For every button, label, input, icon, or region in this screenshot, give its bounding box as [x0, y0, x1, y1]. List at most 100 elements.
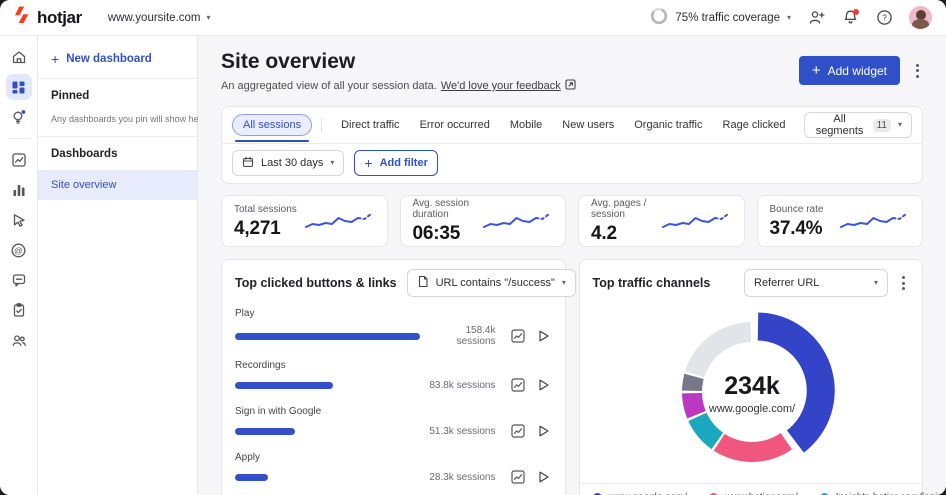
bar-fill	[235, 381, 333, 389]
notifications-bell-icon[interactable]	[841, 8, 859, 27]
donut-segment-other-light[interactable]	[684, 322, 751, 378]
view-trend-icon[interactable]	[510, 423, 526, 439]
all-segments-dropdown[interactable]: All segments 11 ▾	[803, 112, 912, 138]
segment-tab-new-users[interactable]: New users	[552, 115, 624, 135]
stat-card-total-sessions[interactable]: Total sessions 4,271	[221, 195, 388, 247]
traffic-channels-header: Top traffic channels Referrer URL ▾	[580, 260, 923, 306]
play-recordings-icon[interactable]	[536, 328, 552, 344]
stats-row: Total sessions 4,271 Avg. session duration…	[221, 195, 923, 247]
clicked-item-row-recordings: Recordings 83.8k sessions	[235, 360, 552, 393]
play-recordings-icon[interactable]	[536, 423, 552, 439]
url-filter-dropdown[interactable]: URL contains "/success" ▾	[406, 269, 576, 297]
page-subtitle: An aggregated view of all your session d…	[221, 79, 576, 93]
view-trend-icon[interactable]	[510, 377, 526, 393]
sessions-count: 28.3k sessions	[429, 471, 496, 483]
main-content: Site overview An aggregated view of all …	[198, 36, 946, 495]
donut-segment-www-hotjar-com[interactable]	[713, 433, 792, 462]
clicked-item-label: Recordings	[235, 360, 286, 371]
segment-tab-all-sessions[interactable]: All sessions	[232, 114, 313, 142]
home-icon[interactable]	[6, 44, 32, 70]
clicked-item-row-play: Play 158.4k sessions	[235, 308, 552, 347]
help-icon[interactable]: ?	[875, 9, 893, 27]
add-widget-button[interactable]: + Add widget	[798, 56, 900, 85]
donut-segment-insights-hotjar-com-login[interactable]	[687, 412, 723, 450]
stat-label: Total sessions	[234, 203, 297, 215]
view-trend-icon[interactable]	[510, 469, 526, 485]
sidebar-item-site-overview[interactable]: Site overview	[38, 170, 197, 200]
pinned-hint: Any dashboards you pin will show here	[51, 114, 207, 124]
hotjar-flame-icon	[12, 5, 31, 30]
topbar-actions: 75% traffic coverage ▾ ?	[650, 6, 932, 29]
new-dashboard-button[interactable]: + New dashboard	[38, 42, 197, 78]
trends-icon[interactable]	[6, 147, 32, 173]
sparkline-chart	[838, 205, 910, 238]
plus-icon: +	[51, 51, 60, 67]
segment-tab-direct-traffic[interactable]: Direct traffic	[331, 115, 409, 135]
invite-user-icon[interactable]	[807, 9, 825, 27]
play-recordings-icon[interactable]	[536, 469, 552, 485]
add-filter-button[interactable]: + Add filter	[354, 150, 438, 176]
stat-card-avg-session-duration[interactable]: Avg. session duration 06:35	[399, 195, 566, 247]
dashboards-icon[interactable]	[5, 74, 32, 100]
segment-tab-mobile[interactable]: Mobile	[500, 115, 552, 135]
site-selector[interactable]: www.yoursite.com ▾	[108, 12, 211, 24]
bar-track	[235, 473, 425, 481]
play-recordings-icon[interactable]	[536, 377, 552, 393]
sparkline-chart	[660, 205, 732, 238]
top-clicked-title: Top clicked buttons & links	[235, 276, 397, 290]
chart-legend: www.google.com/www.hotjar.com/Insights.h…	[579, 483, 943, 495]
page-title: Site overview	[221, 50, 356, 73]
traffic-channels-widget: Top traffic channels Referrer URL ▾ 234k…	[578, 259, 943, 495]
pinned-section: Pinned Any dashboards you pin will show …	[38, 78, 207, 136]
svg-text:@: @	[14, 245, 23, 255]
segments-count-badge: 11	[872, 118, 891, 132]
add-widget-label: Add widget	[827, 63, 887, 78]
bar-fill	[235, 473, 268, 481]
traffic-channels-title: Top traffic channels	[592, 276, 711, 290]
sessions-count: 158.4k sessions	[456, 325, 496, 347]
segment-tab-organic-traffic[interactable]: Organic traffic	[624, 115, 712, 135]
feedback-icon[interactable]	[6, 267, 32, 293]
insights-lightbulb-icon[interactable]	[6, 104, 32, 130]
referrer-url-label: Referrer URL	[754, 277, 820, 289]
clicked-item-label: Sign in with Google	[235, 406, 322, 417]
tab-divider	[321, 117, 323, 133]
donut-center-label: www.google.com/	[707, 403, 795, 415]
dashboards-sidebar: + New dashboard Pinned Any dashboards yo…	[38, 36, 207, 495]
stat-card-bounce-rate[interactable]: Bounce rate 37.4%	[756, 195, 923, 247]
traffic-channels-menu-button[interactable]	[898, 272, 909, 294]
heatmaps-cursor-icon[interactable]	[6, 207, 32, 233]
stat-card-avg-pages-session[interactable]: Avg. pages / session 4.2	[578, 195, 745, 247]
segment-tab-error-occurred[interactable]: Error occurred	[410, 115, 500, 135]
stat-value: 06:35	[412, 223, 461, 244]
referrer-url-dropdown[interactable]: Referrer URL ▾	[744, 269, 888, 297]
view-trend-icon[interactable]	[510, 328, 526, 344]
subtitle-text: An aggregated view of all your session d…	[221, 80, 437, 92]
interviews-icon[interactable]	[6, 327, 32, 353]
traffic-coverage[interactable]: 75% traffic coverage ▾	[650, 7, 791, 28]
chevron-down-icon: ▾	[897, 120, 902, 129]
user-avatar[interactable]	[909, 6, 932, 29]
clicked-item-label: Apply	[235, 452, 261, 463]
date-range-dropdown[interactable]: Last 30 days ▾	[232, 150, 345, 176]
segment-tab-rage-clicked[interactable]: Rage clicked	[713, 115, 796, 135]
notification-dot	[853, 8, 859, 15]
stat-value: 4.2	[591, 223, 617, 244]
chevron-down-icon: ▾	[873, 278, 878, 287]
hotjar-logo[interactable]: hotjar	[12, 5, 82, 30]
filters-row: Last 30 days ▾ + Add filter	[222, 144, 922, 183]
topbar: hotjar www.yoursite.com ▾ 75% traffic co…	[0, 0, 946, 36]
stat-value: 37.4%	[769, 217, 823, 239]
filters-panel: All sessions Direct traffic Error occurred…	[221, 106, 923, 184]
funnels-icon[interactable]	[6, 177, 32, 203]
coverage-ring-icon	[650, 7, 668, 28]
page-menu-button[interactable]	[912, 60, 923, 82]
recordings-icon[interactable]: @	[6, 237, 32, 263]
plus-icon: +	[811, 62, 821, 79]
feedback-link[interactable]: We'd love your feedback	[441, 80, 561, 92]
icon-rail: @	[0, 36, 38, 495]
bar-fill	[235, 332, 420, 340]
surveys-icon[interactable]	[6, 297, 32, 323]
top-clicked-header: Top clicked buttons & links URL contains…	[222, 260, 593, 306]
donut-segment-other-gray[interactable]	[681, 373, 704, 392]
